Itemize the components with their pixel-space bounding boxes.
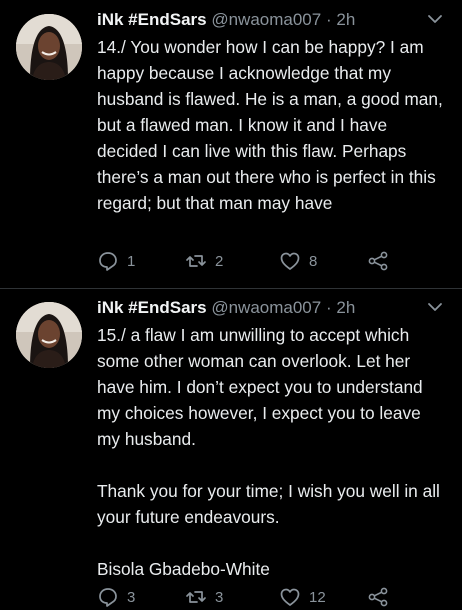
retweet-button[interactable]: 2 <box>185 248 223 274</box>
timeline: iNk #EndSars @nwaoma007 · 2h 14./ You wo… <box>0 0 462 607</box>
user-handle[interactable]: @nwaoma007 <box>211 298 321 317</box>
reply-count: 1 <box>127 252 136 270</box>
chevron-down-icon[interactable] <box>426 298 444 316</box>
retweet-icon <box>185 250 207 272</box>
reply-count: 3 <box>127 588 136 606</box>
avatar[interactable] <box>16 302 82 368</box>
user-handle[interactable]: @nwaoma007 <box>211 10 321 29</box>
tweet-header: iNk #EndSars @nwaoma007 · 2h <box>97 296 462 320</box>
heart-icon <box>279 586 301 608</box>
tweet-header: iNk #EndSars @nwaoma007 · 2h <box>97 8 462 32</box>
tweet-actions: 1 2 8 <box>97 248 427 274</box>
reply-icon <box>97 586 119 608</box>
reply-icon <box>97 250 119 272</box>
tweet-paragraph: Thank you for your time; I wish you well… <box>97 481 440 527</box>
display-name[interactable]: iNk #EndSars <box>97 298 207 317</box>
tweet-paragraph: 14./ You wonder how I can be happy? I am… <box>97 37 443 213</box>
retweet-icon <box>185 586 207 608</box>
tweet-paragraph: 15./ a flaw I am unwilling to accept whi… <box>97 325 423 449</box>
like-count: 8 <box>309 252 318 270</box>
share-button[interactable] <box>367 248 389 274</box>
like-count: 12 <box>309 588 326 606</box>
retweet-count: 2 <box>215 252 224 270</box>
tweet-actions: 3 3 12 <box>97 584 427 610</box>
reply-button[interactable]: 3 <box>97 584 135 610</box>
reply-button[interactable]: 1 <box>97 248 135 274</box>
timestamp[interactable]: 2h <box>336 298 355 317</box>
tweet-signature: Bisola Gbadebo-White <box>97 559 270 579</box>
timestamp[interactable]: 2h <box>336 10 355 29</box>
tweet-text: 14./ You wonder how I can be happy? I am… <box>97 34 447 216</box>
share-icon <box>367 250 389 272</box>
like-button[interactable]: 12 <box>279 584 326 610</box>
share-icon <box>367 586 389 608</box>
separator-dot: · <box>325 298 332 317</box>
divider <box>0 288 462 289</box>
retweet-button[interactable]: 3 <box>185 584 223 610</box>
separator-dot: · <box>325 10 332 29</box>
share-button[interactable] <box>367 584 389 610</box>
chevron-down-icon[interactable] <box>426 10 444 28</box>
display-name[interactable]: iNk #EndSars <box>97 10 207 29</box>
like-button[interactable]: 8 <box>279 248 317 274</box>
avatar[interactable] <box>16 14 82 80</box>
heart-icon <box>279 250 301 272</box>
tweet-text: 15./ a flaw I am unwilling to accept whi… <box>97 322 447 582</box>
retweet-count: 3 <box>215 588 224 606</box>
